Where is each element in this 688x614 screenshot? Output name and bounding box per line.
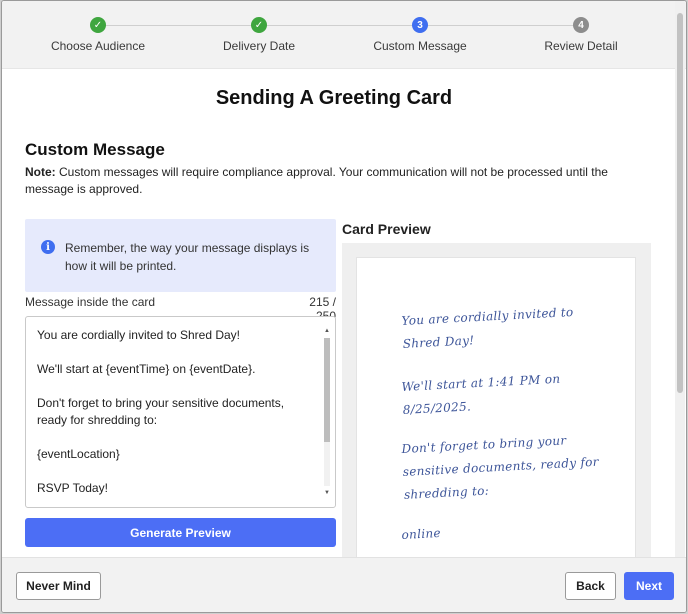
step-number-badge: 4 xyxy=(573,17,589,33)
handwritten-line: Don't forget to bring your sensitive doc… xyxy=(401,433,600,502)
note-text: Custom messages will require compliance … xyxy=(25,165,608,196)
textarea-scrollbar[interactable]: ▲ ▼ xyxy=(322,326,332,498)
modal-footer: Never Mind Back Next xyxy=(2,557,686,612)
info-icon: i xyxy=(41,240,55,254)
back-button[interactable]: Back xyxy=(565,572,616,600)
step-custom-message[interactable]: 3 Custom Message xyxy=(340,17,500,53)
step-label: Choose Audience xyxy=(50,39,146,53)
message-line: We'll start at {eventTime} on {eventDate… xyxy=(37,362,256,376)
scrollbar-thumb[interactable] xyxy=(324,338,330,442)
message-field-label: Message inside the card xyxy=(25,295,156,309)
generate-preview-button[interactable]: Generate Preview xyxy=(25,518,336,547)
message-textarea[interactable]: You are cordially invited to Shred Day! … xyxy=(25,316,336,508)
card-preview-frame: You are cordially invited to Shred Day! … xyxy=(342,243,651,567)
step-review-detail[interactable]: 4 Review Detail xyxy=(501,17,661,53)
message-line: You are cordially invited to Shred Day! xyxy=(37,328,241,342)
page-title: Sending A Greeting Card xyxy=(215,87,453,109)
message-line: RSVP Today! xyxy=(37,481,108,495)
message-line: {eventLocation} xyxy=(37,447,120,461)
message-line: Don't forget to bring your sensitive doc… xyxy=(37,396,285,427)
scroll-up-icon[interactable]: ▲ xyxy=(322,326,332,336)
info-callout: i Remember, the way your message display… xyxy=(25,219,336,292)
section-heading: Custom Message xyxy=(25,140,165,159)
info-text: Remember, the way your message displays … xyxy=(65,241,310,273)
step-label: Delivery Date xyxy=(222,39,296,53)
progress-stepper: ✓ Choose Audience ✓ Delivery Date 3 Cust… xyxy=(2,1,686,69)
next-button[interactable]: Next xyxy=(624,572,674,600)
modal-scrollbar[interactable] xyxy=(675,1,685,561)
greeting-card-modal: ✓ Choose Audience ✓ Delivery Date 3 Cust… xyxy=(1,0,687,613)
step-number-badge: 3 xyxy=(412,17,428,33)
compliance-note: Note: Custom messages will require compl… xyxy=(25,164,645,198)
card-preview: You are cordially invited to Shred Day! … xyxy=(356,257,636,567)
check-icon: ✓ xyxy=(90,17,106,33)
check-icon: ✓ xyxy=(251,17,267,33)
handwritten-line: You are cordially invited to Shred Day! xyxy=(401,304,574,351)
step-delivery-date[interactable]: ✓ Delivery Date xyxy=(179,17,339,53)
scrollbar-thumb[interactable] xyxy=(677,13,683,393)
handwritten-line: online xyxy=(401,525,442,542)
card-preview-title: Card Preview xyxy=(342,221,431,237)
scroll-down-icon[interactable]: ▼ xyxy=(322,488,332,498)
scrollbar-track[interactable] xyxy=(324,338,330,486)
step-choose-audience[interactable]: ✓ Choose Audience xyxy=(18,17,178,53)
handwritten-line: We'll start at 1:41 PM on 8/25/2025. xyxy=(401,371,561,417)
step-label: Review Detail xyxy=(544,39,618,53)
note-label: Note: xyxy=(25,165,56,179)
never-mind-button[interactable]: Never Mind xyxy=(16,572,101,600)
step-label: Custom Message xyxy=(373,39,467,53)
message-content[interactable]: You are cordially invited to Shred Day! … xyxy=(37,327,307,507)
